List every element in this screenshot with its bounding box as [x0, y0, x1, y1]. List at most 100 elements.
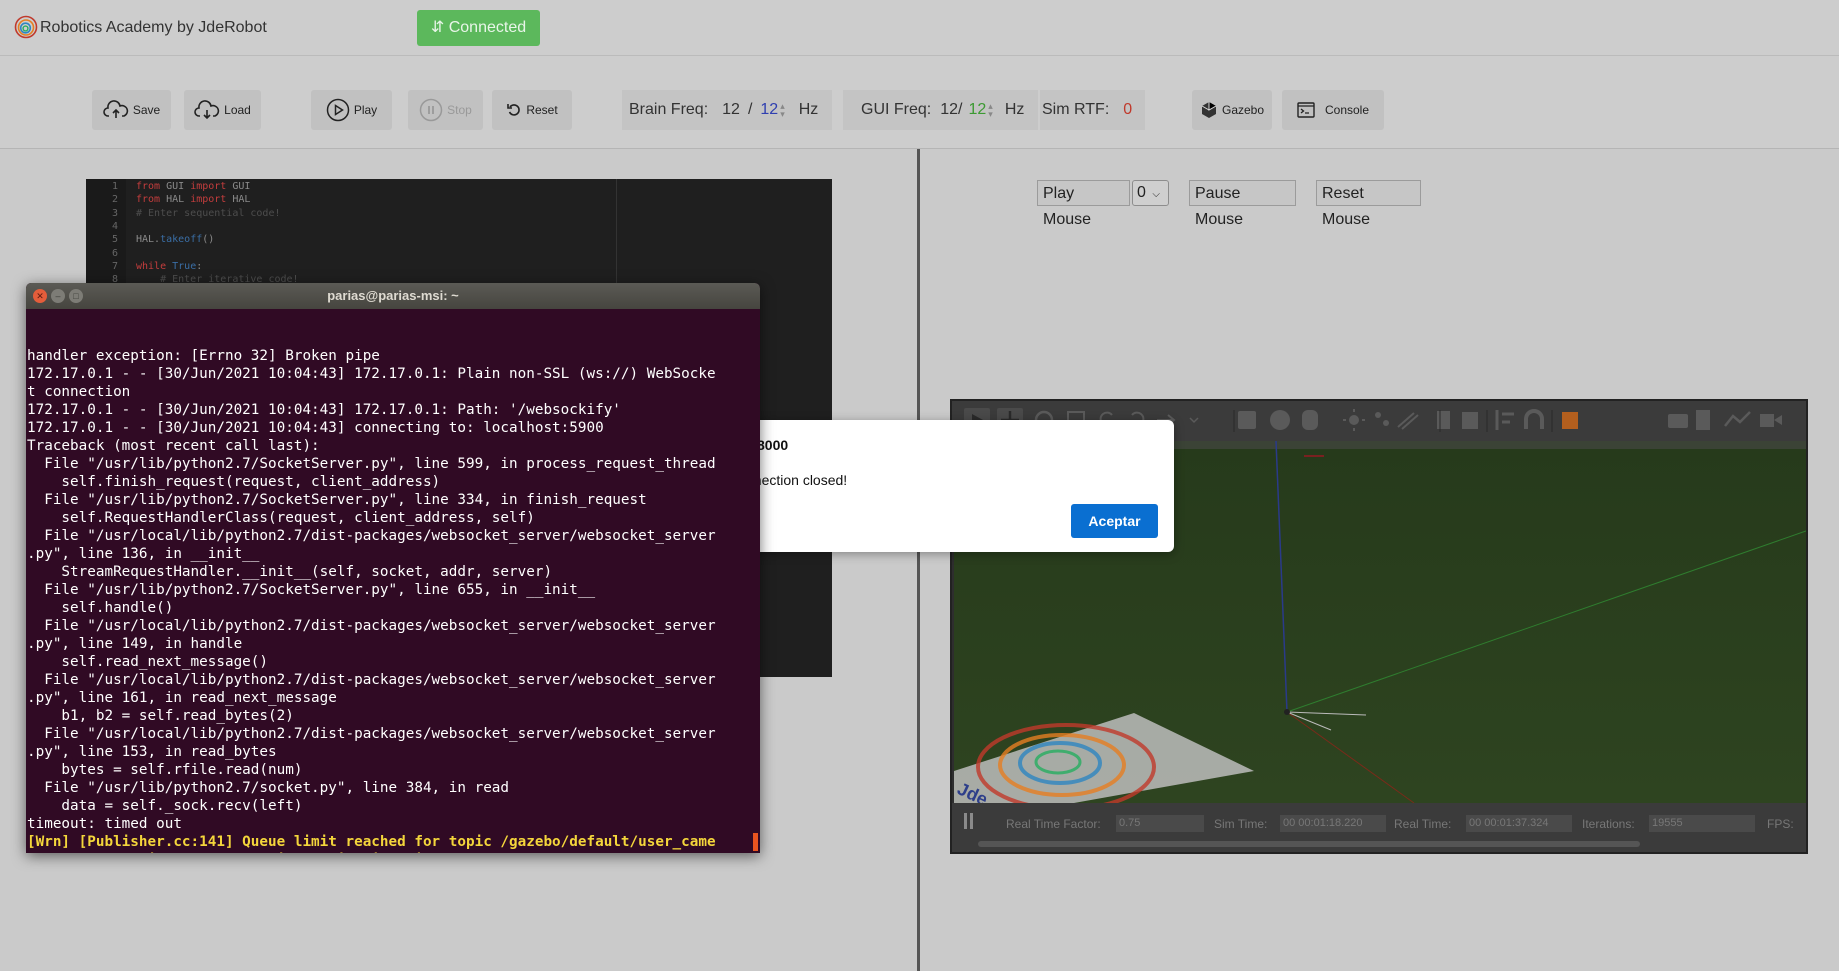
alert-dialog: 8000 nnection closed! Aceptar: [716, 420, 1174, 552]
code-token: import: [190, 181, 227, 192]
terminal-title: parias@parias-msi: ~: [327, 288, 459, 303]
terminal-line: self.handle(): [27, 600, 174, 616]
terminal-line: Traceback (most recent call last):: [27, 438, 320, 454]
undo-icon: [507, 104, 521, 116]
terminal-line: handler exception: [Errno 32] Broken pip…: [27, 348, 380, 364]
alert-title: 8000: [757, 437, 789, 453]
terminal-warning-line: [Wrn] [Publisher.cc:141] Queue limit rea…: [27, 834, 716, 850]
code-token: while: [136, 260, 167, 272]
brain-freq-spinner-icon[interactable]: ▴ ▾: [780, 102, 785, 119]
editor-line: 7 while True:: [86, 260, 202, 273]
code-token: HAL.: [136, 234, 161, 246]
code-token: (): [202, 234, 215, 246]
alert-message: nnection closed!: [746, 472, 848, 488]
gazebo-icon: [1201, 102, 1217, 118]
gui-freq-spinner-icon[interactable]: ▴ ▾: [988, 102, 993, 119]
terminal-line: t connection: [27, 384, 131, 400]
terminal-line: self.finish_request(request, client_addr…: [27, 474, 441, 490]
terminal-line: File "/usr/lib/python2.7/SocketServer.py…: [27, 456, 716, 472]
terminal-line: File "/usr/local/lib/python2.7/dist-pack…: [27, 726, 716, 742]
terminal-scroll-indicator[interactable]: [753, 833, 758, 851]
console-icon: [1297, 102, 1315, 118]
terminal-line: .py", line 161, in read_next_message: [27, 690, 337, 706]
reset-button[interactable]: Reset: [492, 90, 572, 130]
gazebo-button[interactable]: Gazebo: [1192, 90, 1272, 130]
play-label: Play: [353, 103, 378, 117]
console-button[interactable]: Console: [1282, 90, 1384, 130]
save-label: Save: [132, 103, 161, 117]
mouse-select[interactable]: 0 ⌵: [1132, 180, 1169, 206]
reset-mouse-button[interactable]: Reset Mouse: [1316, 180, 1421, 228]
pause-circle-icon: [419, 98, 443, 122]
code-token: takeoff: [160, 234, 203, 246]
code-token: HAL: [160, 194, 191, 206]
stop-button[interactable]: Stop: [408, 90, 483, 130]
line-number: 4: [111, 220, 118, 232]
terminal-titlebar[interactable]: ✕ – □ parias@parias-msi: ~: [26, 283, 760, 309]
header-bar: Robotics Academy by JdeRobot ⇵ Connected: [0, 0, 1839, 56]
terminal-line: b1, b2 = self.read_bytes(2): [27, 708, 294, 724]
load-label: Load: [224, 103, 251, 117]
terminal-line: self.read_next_message(): [27, 654, 269, 670]
brain-freq-current: 12: [722, 101, 740, 118]
terminal-line: StreamRequestHandler.__init__(self, sock…: [27, 564, 553, 580]
line-number: 6: [111, 247, 118, 259]
terminal-line: .py", line 136, in __init__: [27, 546, 260, 562]
play-button[interactable]: Play: [311, 90, 392, 130]
gui-freq-unit: Hz: [1004, 101, 1025, 118]
editor-line: 6: [86, 247, 136, 260]
sim-time-value: 00 00:01:18.220: [1280, 815, 1386, 832]
load-button[interactable]: Load: [184, 90, 261, 130]
code-token: HAL: [226, 194, 251, 206]
rtf-value: 0.75: [1116, 815, 1204, 832]
terminal-line: File "/usr/lib/python2.7/socket.py", lin…: [27, 780, 510, 796]
gazebo-pause-icon[interactable]: [964, 813, 967, 829]
gui-freq-control: GUI Freq: 12/ 12 ▴ ▾ Hz: [843, 90, 1038, 130]
editor-line: 1 from GUI import GUI: [86, 180, 250, 193]
line-number: 2: [111, 194, 118, 206]
terminal-line: bytes = self.rfile.read(num): [27, 762, 303, 778]
line-number: 5: [111, 234, 118, 246]
cloud-upload-icon: [103, 100, 128, 118]
terminal-line: 172.17.0.1 - - [30/Jun/2021 10:04:43] 17…: [27, 402, 621, 418]
code-token: :: [196, 260, 203, 272]
reset-label: Reset: [526, 103, 558, 117]
sim-rtf-value: 0: [1123, 101, 1133, 118]
terminal-lines: handler exception: [Errno 32] Broken pip…: [27, 347, 757, 853]
app-page: Robotics Academy by JdeRobot ⇵ Connected…: [0, 0, 1839, 971]
save-button[interactable]: Save: [92, 90, 171, 130]
real-time-value: 00 00:01:37.324: [1466, 815, 1572, 832]
terminal-output[interactable]: handler exception: [Errno 32] Broken pip…: [27, 311, 757, 853]
terminal-line: File "/usr/local/lib/python2.7/dist-pack…: [27, 528, 716, 544]
gazebo-scrollbar[interactable]: [978, 841, 1640, 847]
brain-freq-input[interactable]: 12: [760, 101, 778, 119]
play-mouse-button[interactable]: Play Mouse: [1037, 180, 1130, 228]
terminal-line: File "/usr/lib/python2.7/SocketServer.py…: [27, 582, 596, 598]
terminal-window[interactable]: ✕ – □ parias@parias-msi: ~ handler excep…: [26, 283, 760, 853]
chevron-down-icon: ⌵: [1152, 189, 1160, 200]
terminal-line: 172.17.0.1 - - [30/Jun/2021 10:04:43] co…: [27, 420, 604, 436]
iterations-label: Iterations:: [1582, 817, 1635, 831]
terminal-line: timeout: timed out: [27, 816, 182, 832]
code-token: True: [172, 260, 197, 272]
sim-time-label: Sim Time:: [1214, 817, 1268, 831]
pause-mouse-button[interactable]: Pause Mouse: [1189, 180, 1296, 228]
terminal-line: File "/usr/local/lib/python2.7/dist-pack…: [27, 618, 716, 634]
connection-status-button[interactable]: ⇵ Connected: [417, 10, 540, 46]
iterations-value: 19555: [1649, 815, 1755, 832]
editor-line: 3 # Enter sequential code!: [86, 207, 281, 220]
code-token: GUI: [226, 181, 251, 192]
line-number: 1: [111, 181, 118, 192]
accept-button[interactable]: Aceptar: [1071, 504, 1158, 538]
gazebo-status-bar: Real Time Factor: 0.75 Sim Time: 00 00:0…: [952, 803, 1806, 852]
fps-label: FPS:: [1767, 817, 1794, 831]
terminal-line: File "/usr/lib/python2.7/SocketServer.py…: [27, 492, 647, 508]
brain-freq-label: Brain Freq:: [629, 101, 709, 118]
console-label: Console: [1324, 103, 1370, 117]
terminal-warning-line: ra/pose, deleting message. This warning …: [27, 851, 757, 853]
rtf-label: Real Time Factor:: [1006, 817, 1101, 831]
stop-label: Stop: [447, 103, 472, 117]
toolbar: Save Load Play Stop Reset Brain Freq: 12…: [0, 56, 1839, 149]
code-token: GUI: [160, 181, 191, 192]
gui-freq-input[interactable]: 12: [968, 101, 986, 119]
